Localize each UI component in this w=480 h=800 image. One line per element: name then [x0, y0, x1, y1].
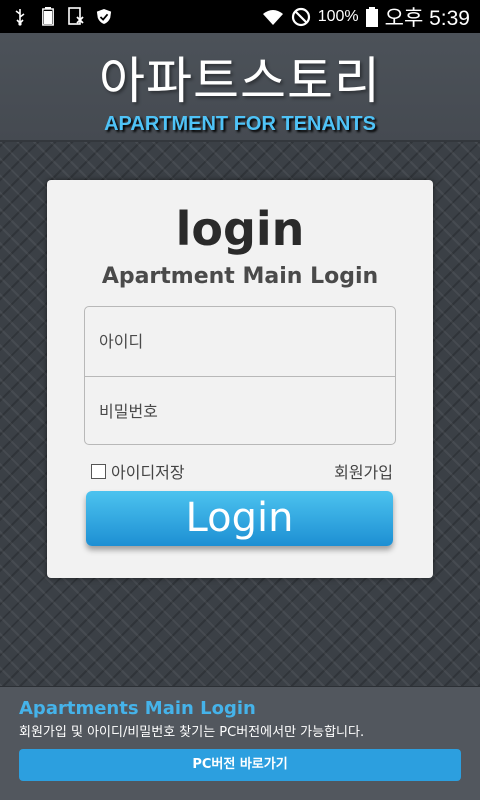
save-id-label: 아이디저장 [111, 463, 185, 482]
bottom-panel-title: Apartments Main Login [19, 698, 256, 719]
password-input[interactable] [85, 377, 395, 444]
login-heading: login [175, 202, 305, 256]
bottom-panel: Apartments Main Login 회원가입 및 아이디/비밀번호 찾기… [0, 686, 480, 800]
login-button[interactable]: Login [86, 491, 393, 546]
battery-percent: 100% [317, 7, 359, 25]
login-options: 아이디저장 회원가입 [91, 460, 393, 482]
battery-full-icon [40, 7, 56, 27]
credentials-group [84, 306, 396, 445]
login-subheading: Apartment Main Login [101, 264, 379, 289]
battery-icon [365, 6, 379, 27]
do-not-disturb-icon [290, 7, 312, 27]
clock: 오후 5:39 [384, 6, 470, 30]
shield-icon [96, 7, 112, 27]
wifi-icon [262, 7, 284, 27]
signup-link[interactable]: 회원가입 [334, 459, 393, 483]
app-subtitle: APARTMENT FOR TENANTS [104, 113, 376, 135]
status-bar-left [12, 7, 112, 27]
pc-version-button[interactable]: PC버전 바로가기 [19, 749, 461, 781]
login-card: login Apartment Main Login 아이디저장 회원가입 Lo… [47, 180, 433, 578]
status-bar: 100% 오후 5:39 [0, 0, 480, 33]
id-input[interactable] [85, 307, 395, 376]
usb-icon [12, 7, 28, 27]
notification-icon [68, 7, 84, 27]
app-title: 아파트스토리 [99, 52, 381, 110]
status-bar-right: 100% 오후 5:39 [262, 2, 470, 32]
save-id-option[interactable]: 아이디저장 [91, 459, 185, 483]
bottom-panel-note: 회원가입 및 아이디/비밀번호 찾기는 PC버전에서만 가능합니다. [19, 725, 365, 740]
app-header: 아파트스토리 APARTMENT FOR TENANTS [0, 33, 480, 142]
save-id-checkbox[interactable] [91, 463, 106, 479]
